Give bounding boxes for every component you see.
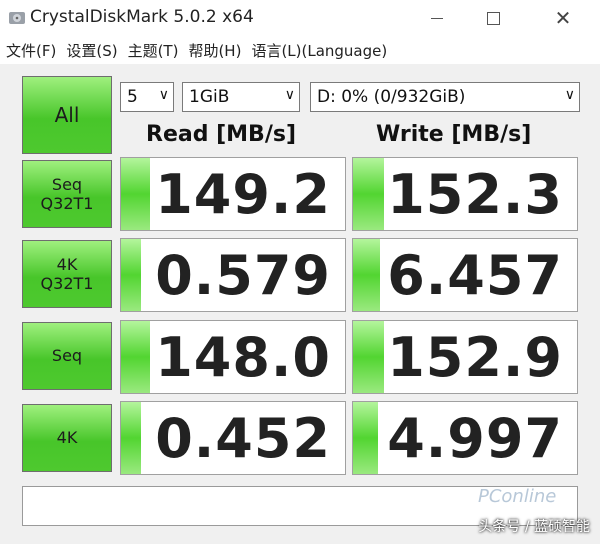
drive-select[interactable]: D: 0% (0/932GiB) ∨: [310, 82, 580, 112]
menu-settings[interactable]: 设置(S): [62, 40, 121, 61]
all-button[interactable]: All: [22, 76, 112, 154]
4k-q32t1-write-value: 6.457: [387, 243, 563, 307]
title-bar: CrystalDiskMark 5.0.2 x64 ✕: [0, 0, 600, 36]
4k-write-cell: 4.997: [352, 401, 578, 475]
menu-language[interactable]: 语言(L)(Language): [247, 40, 391, 61]
menu-help[interactable]: 帮助(H): [184, 40, 245, 61]
seq-q32t1-read-cell: 149.2: [120, 157, 346, 231]
menu-file[interactable]: 文件(F): [2, 40, 60, 61]
test-count-select[interactable]: 5 ∨: [120, 82, 174, 112]
4k-q32t1-read-value: 0.579: [155, 243, 331, 307]
row-label-line1: 4K: [56, 428, 78, 448]
pconline-watermark: PConline: [478, 486, 557, 507]
write-bar: [353, 158, 385, 230]
seq-read-value: 148.0: [155, 325, 331, 389]
crystaldiskmark-window: CrystalDiskMark 5.0.2 x64 ✕ 文件(F) 设置(S) …: [0, 0, 600, 544]
close-icon: ✕: [554, 6, 572, 30]
4k-read-cell: 0.452: [120, 401, 346, 475]
chevron-down-icon: ∨: [158, 87, 169, 103]
minimize-button[interactable]: [414, 0, 460, 36]
maximize-icon: [486, 11, 500, 25]
seq-read-cell: 148.0: [120, 320, 346, 394]
read-header: Read [MB/s]: [146, 122, 297, 147]
write-bar: [353, 239, 380, 311]
drive-value: D: 0% (0/932GiB): [317, 87, 466, 107]
row-label-line2: Q32T1: [40, 194, 94, 213]
read-bar: [121, 239, 142, 311]
read-bar: [121, 158, 151, 230]
chevron-down-icon: ∨: [284, 87, 295, 103]
row-label-line1: 4K: [56, 254, 78, 274]
chevron-down-icon: ∨: [564, 87, 575, 103]
write-bar: [353, 402, 378, 474]
seq-q32t1-write-value: 152.3: [387, 162, 563, 226]
seq-button[interactable]: Seq: [22, 322, 112, 390]
menu-bar: 文件(F) 设置(S) 主题(T) 帮助(H) 语言(L)(Language): [0, 36, 600, 64]
write-bar: [353, 321, 385, 393]
write-header: Write [MB/s]: [376, 122, 532, 147]
test-count-value: 5: [127, 87, 138, 107]
row-label-line1: Seq: [51, 346, 83, 366]
close-button[interactable]: ✕: [540, 0, 586, 36]
minimize-icon: [431, 17, 443, 19]
window-title: CrystalDiskMark 5.0.2 x64: [30, 7, 254, 27]
app-icon: [9, 12, 25, 24]
menu-theme[interactable]: 主题(T): [124, 40, 183, 61]
maximize-button[interactable]: [470, 0, 516, 36]
seq-q32t1-write-cell: 152.3: [352, 157, 578, 231]
seq-q32t1-button[interactable]: Seq Q32T1: [22, 160, 112, 228]
4k-q32t1-write-cell: 6.457: [352, 238, 578, 312]
author-watermark: 头条号 / 蓝硕智能: [478, 519, 590, 535]
test-size-select[interactable]: 1GiB ∨: [182, 82, 300, 112]
row-label-line2: Q32T1: [40, 274, 94, 293]
4k-q32t1-read-cell: 0.579: [120, 238, 346, 312]
test-size-value: 1GiB: [189, 87, 230, 107]
4k-write-value: 4.997: [387, 406, 563, 470]
seq-write-value: 152.9: [387, 325, 563, 389]
4k-read-value: 0.452: [155, 406, 331, 470]
seq-q32t1-read-value: 149.2: [155, 162, 331, 226]
row-label-line1: Seq: [51, 174, 83, 194]
4k-button[interactable]: 4K: [22, 404, 112, 472]
seq-write-cell: 152.9: [352, 320, 578, 394]
read-bar: [121, 321, 151, 393]
4k-q32t1-button[interactable]: 4K Q32T1: [22, 240, 112, 308]
read-bar: [121, 402, 142, 474]
